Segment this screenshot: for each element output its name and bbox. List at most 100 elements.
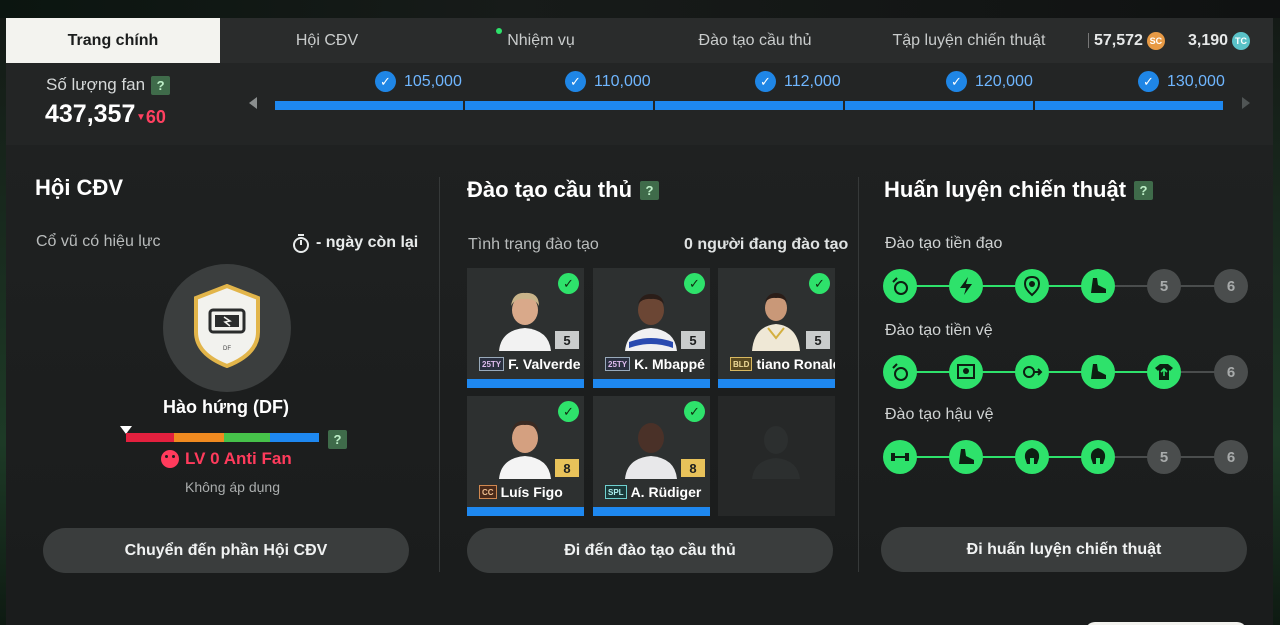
fan-level-text: LV 0 Anti Fan [185, 449, 292, 468]
player-name-text: A. Rüdiger [630, 484, 702, 500]
mood-segment [270, 433, 319, 442]
helmet-icon[interactable] [1081, 440, 1115, 474]
fan-progress-segment [1035, 101, 1223, 110]
mood-segment [174, 433, 224, 442]
scroll-right-icon[interactable] [1242, 97, 1250, 109]
tab-tactics-training[interactable]: Tập luyện chiến thuật [862, 18, 1076, 63]
player-card[interactable]: 8 SPL A. Rüdiger ✓ [593, 396, 710, 516]
training-progress-bar [467, 507, 584, 516]
player-card[interactable]: 8 CC Luís Figo ✓ [467, 396, 584, 516]
mood-segment [224, 433, 270, 442]
jersey-up-icon[interactable] [1147, 355, 1181, 389]
lightning-icon[interactable] [949, 269, 983, 303]
scroll-left-icon[interactable] [249, 97, 257, 109]
ball-kick-icon[interactable] [883, 355, 917, 389]
tab-player-training[interactable]: Đào tạo cầu thủ [648, 18, 862, 63]
tab-missions[interactable]: Nhiệm vụ [434, 18, 648, 63]
milestone-1[interactable]: ✓ 105,000 [375, 71, 462, 92]
go-to-fan-club-button[interactable]: Chuyển đến phần Hội CĐV [43, 528, 409, 573]
milestone-value: 110,000 [594, 72, 651, 90]
locked-step[interactable]: 6 [1214, 355, 1248, 389]
season-icon: BLD [730, 357, 753, 371]
tactics-training-title-text: Huấn luyện chiến thuật [884, 177, 1127, 202]
milestone-4[interactable]: ✓ 120,000 [946, 71, 1033, 92]
tab-fan-club[interactable]: Hội CĐV [220, 18, 434, 63]
mood-bar [126, 433, 319, 442]
player-photo [499, 420, 551, 479]
tab-tactics-training-label: Tập luyện chiến thuật [892, 31, 1046, 49]
fan-count-strip: Số lượng fan ? 437,357 ▼60 ✓ 105,000 ✓ 110… [6, 63, 1273, 145]
milestone-3[interactable]: ✓ 112,000 [755, 71, 841, 92]
player-card[interactable]: 5 25TY K. Mbappé ✓ [593, 268, 710, 388]
training-progress-bar [593, 507, 710, 516]
milestone-value: 120,000 [975, 72, 1033, 90]
check-icon: ✓ [558, 273, 579, 294]
forward-training-label: Đào tạo tiền đạo [885, 235, 1003, 252]
fan-status: Không áp dụng [185, 479, 280, 495]
mood-segment [126, 433, 174, 442]
location-pin-icon[interactable] [1015, 269, 1049, 303]
season-icon: 25TY [479, 357, 505, 371]
locked-step[interactable]: 6 [1214, 440, 1248, 474]
boot-icon[interactable] [1081, 355, 1115, 389]
ball-kick-icon[interactable] [883, 269, 917, 303]
player-card[interactable]: 5 25TY F. Valverde ✓ [467, 268, 584, 388]
help-icon[interactable]: ? [328, 430, 347, 449]
notification-dot [496, 28, 502, 34]
player-card[interactable]: 5 BLDtiano Ronaldo ✓ [718, 268, 835, 388]
help-icon[interactable]: ? [1134, 180, 1154, 200]
fan-level: LV 0 Anti Fan [161, 449, 292, 469]
column-divider [858, 177, 859, 572]
check-icon: ✓ [558, 401, 579, 422]
milestone-5[interactable]: ✓ 130,000 [1138, 71, 1225, 92]
dumbbell-icon[interactable] [883, 440, 917, 474]
tactics-board-icon[interactable] [949, 355, 983, 389]
sc-currency: 57,572 SC [1094, 18, 1165, 63]
training-progress-bar [593, 379, 710, 388]
track-line-done [899, 285, 1097, 287]
sc-amount: 57,572 [1094, 31, 1143, 49]
milestone-value: 130,000 [1167, 72, 1225, 90]
fan-mood-label: Hào hứng (DF) [162, 397, 289, 417]
player-photo [625, 294, 677, 351]
check-circle-icon: ✓ [1138, 71, 1159, 92]
player-ovr: 5 [806, 331, 830, 349]
milestone-value: 105,000 [404, 72, 462, 90]
fan-progress-segment [655, 101, 843, 110]
helmet-icon[interactable] [1015, 440, 1049, 474]
background-top [0, 0, 1280, 18]
locked-step[interactable]: 5 [1147, 269, 1181, 303]
check-circle-icon: ✓ [565, 71, 586, 92]
locked-step[interactable]: 5 [1147, 440, 1181, 474]
player-ovr: 5 [555, 331, 579, 349]
tab-home[interactable]: Trang chính [6, 18, 220, 63]
player-name: CC Luís Figo [479, 484, 563, 500]
tab-fan-club-label: Hội CĐV [295, 31, 359, 49]
player-name: BLDtiano Ronaldo [730, 356, 835, 372]
player-training-title: Đào tạo cầu thủ ? [467, 177, 660, 203]
milestone-2[interactable]: ✓ 110,000 [565, 71, 651, 92]
locked-step[interactable]: 6 [1214, 269, 1248, 303]
forward-training-track: 5 6 [883, 269, 1248, 303]
empty-player-slot[interactable] [718, 396, 835, 516]
tc-amount: 3,190 [1188, 31, 1229, 49]
fan-progress-segment [275, 101, 463, 110]
go-to-tactics-training-button[interactable]: Đi huấn luyện chiến thuật [881, 527, 1247, 572]
down-triangle-icon: ▼ [136, 112, 146, 123]
pass-ball-icon[interactable] [1015, 355, 1049, 389]
player-name-text: tiano Ronaldo [756, 356, 835, 372]
boot-icon[interactable] [1081, 269, 1115, 303]
fan-delta: ▼60 [136, 107, 166, 128]
help-icon[interactable]: ? [151, 75, 171, 95]
season-icon: CC [479, 485, 497, 499]
fan-delta-value: 60 [145, 107, 166, 127]
background-right [1273, 18, 1280, 625]
fan-progress-segment [845, 101, 1033, 110]
fan-club-title-text: Hội CĐV [35, 175, 123, 200]
fan-badge: DF [163, 264, 291, 392]
badge-code: DF [223, 346, 231, 352]
help-icon[interactable]: ? [640, 180, 660, 200]
top-tab-bar: Trang chính Hội CĐV Nhiệm vụ Đào tạo cầu… [6, 18, 1273, 63]
go-to-player-training-button[interactable]: Đi đến đào tạo cầu thủ [467, 528, 833, 573]
boot-icon[interactable] [949, 440, 983, 474]
